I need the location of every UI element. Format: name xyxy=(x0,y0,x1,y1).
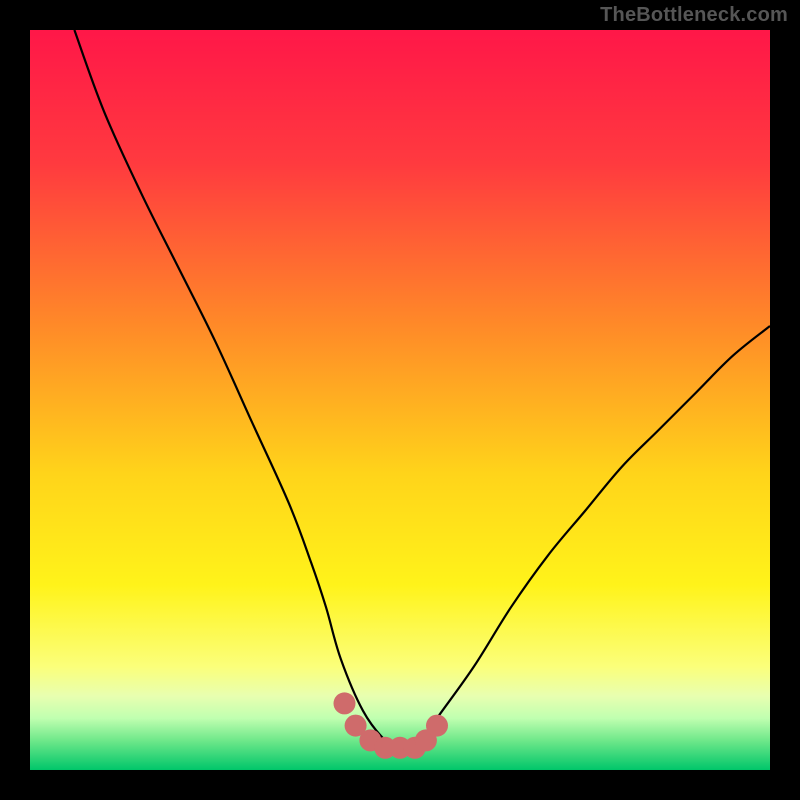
chart-stage: TheBottleneck.com xyxy=(0,0,800,800)
gradient-background xyxy=(30,30,770,770)
optimal-marker xyxy=(426,715,448,737)
chart-svg xyxy=(0,0,800,800)
optimal-marker xyxy=(334,692,356,714)
watermark-text: TheBottleneck.com xyxy=(600,4,788,27)
